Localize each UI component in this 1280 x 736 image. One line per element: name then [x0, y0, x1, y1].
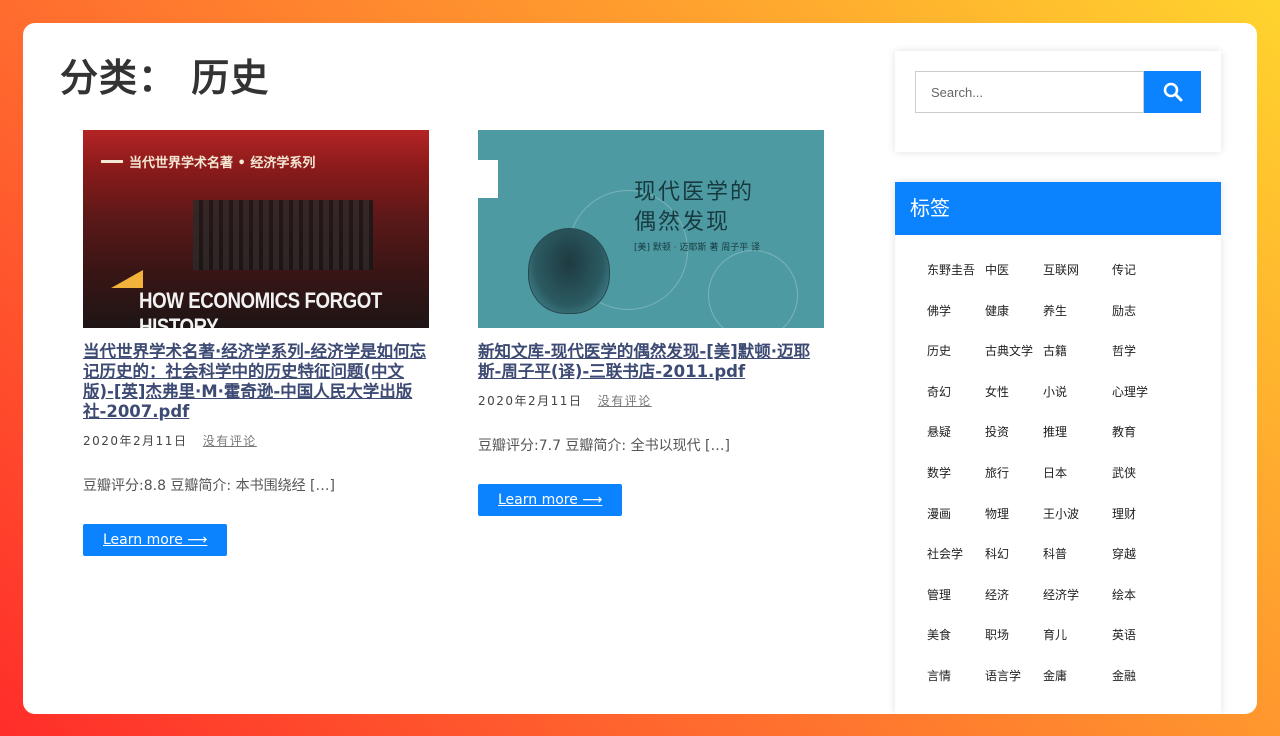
tag-link[interactable]: 金庸	[1043, 656, 1112, 697]
tag-link[interactable]: 日本	[1043, 453, 1112, 494]
tag-link[interactable]: 推理	[1043, 412, 1112, 453]
cover-mouth-illustration	[528, 228, 610, 314]
tag-link[interactable]: 职场	[985, 615, 1043, 656]
tag-link[interactable]: 绘本	[1112, 575, 1170, 616]
post-date: 2020年2月11日	[478, 394, 583, 408]
post-thumbnail[interactable]: 当代世界学术名著 • 经济学系列 HOW ECONOMICS FORGOT HI…	[83, 130, 429, 328]
tag-link[interactable]: 教育	[1112, 412, 1170, 453]
tag-link[interactable]: 王小波	[1043, 494, 1112, 535]
tag-link[interactable]: 物理	[985, 494, 1043, 535]
cover-english-title: HOW ECONOMICS FORGOT HISTORY	[139, 288, 382, 328]
tag-link[interactable]: 哲学	[1112, 331, 1170, 372]
tags-widget: 标签 东野圭吾 中医 互联网 传记佛学 健康 养生 励志历史 古典文学 古籍 哲学奇幻 女性 小说 心理…	[895, 182, 1221, 714]
post-excerpt: 豆瓣评分:7.7 豆瓣简介: 全书以现代 […]	[478, 438, 730, 454]
tag-link[interactable]: 科幻	[985, 534, 1043, 575]
cover-triangle	[111, 270, 143, 288]
cover-blur-text	[193, 200, 373, 270]
post-thumbnail[interactable]: 现代医学的 偶然发现 [美] 默顿 · 迈耶斯 著 周子平 译	[478, 130, 824, 328]
tag-link[interactable]: 英语	[1112, 615, 1170, 656]
post-excerpt: 豆瓣评分:8.8 豆瓣简介: 本书围绕经 […]	[83, 478, 335, 494]
tag-link[interactable]: 健康	[985, 291, 1043, 332]
tag-link[interactable]: 语言学	[985, 656, 1043, 697]
tag-link[interactable]: 科普	[1043, 534, 1112, 575]
tag-link[interactable]: 数学	[927, 453, 985, 494]
cover-ring	[708, 250, 798, 328]
post-card: 当代世界学术名著 • 经济学系列 HOW ECONOMICS FORGOT HI…	[83, 130, 429, 556]
search-input[interactable]	[915, 71, 1144, 113]
search-button[interactable]	[1144, 71, 1201, 113]
tag-link[interactable]: 旅行	[985, 453, 1043, 494]
cover-series: 当代世界学术名著 • 经济学系列	[83, 148, 429, 174]
post-meta: 2020年2月11日 没有评论	[83, 432, 429, 449]
page-title: 分类： 历史	[60, 56, 270, 100]
tag-link[interactable]: 佛学	[927, 291, 985, 332]
cover-series-text: 当代世界学术名著 • 经济学系列	[129, 155, 316, 171]
tag-link[interactable]: 东野圭吾	[927, 250, 985, 291]
tags-widget-title: 标签	[895, 182, 1221, 235]
search-widget	[895, 51, 1221, 152]
tag-link[interactable]: 互联网	[1043, 250, 1112, 291]
tag-link[interactable]: 中医	[985, 250, 1043, 291]
tag-link[interactable]: 奇幻	[927, 372, 985, 413]
tag-link[interactable]: 育儿	[1043, 615, 1112, 656]
post-meta: 2020年2月11日 没有评论	[478, 392, 824, 409]
cover-title-line1: 现代医学的	[634, 180, 755, 205]
content-card: 分类： 历史 当代世界学术名著 • 经济学系列 HOW ECONOMICS FO…	[23, 23, 1257, 714]
learn-more-button[interactable]: Learn more ⟶	[478, 484, 623, 516]
tag-link[interactable]: 穿越	[1112, 534, 1170, 575]
tag-link[interactable]: 传记	[1112, 250, 1170, 291]
tag-link[interactable]: 经济	[985, 575, 1043, 616]
post-title-link[interactable]: 新知文库-现代医学的偶然发现-[美]默顿·迈耶斯-周子平(译)-三联书店-201…	[478, 342, 824, 382]
tag-link[interactable]: 金融	[1112, 656, 1170, 697]
tag-link[interactable]: 养生	[1043, 291, 1112, 332]
tag-link[interactable]: 漫画	[927, 494, 985, 535]
tag-link[interactable]: 历史	[927, 331, 985, 372]
tag-cloud: 东野圭吾 中医 互联网 传记佛学 健康 养生 励志历史 古典文学 古籍 哲学奇幻 女性 小说 心理学悬疑…	[895, 235, 1221, 697]
tag-link[interactable]: 励志	[1112, 291, 1170, 332]
tag-link[interactable]: 美食	[927, 615, 985, 656]
cover-author: [美] 默顿 · 迈耶斯 著 周子平 译	[634, 243, 761, 253]
tag-link[interactable]: 管理	[927, 575, 985, 616]
post-date: 2020年2月11日	[83, 434, 188, 448]
tag-link[interactable]: 古典文学	[985, 331, 1043, 372]
comments-link[interactable]: 没有评论	[598, 394, 652, 408]
cover-title-line2: 偶然发现	[634, 210, 731, 235]
tag-link[interactable]: 女性	[985, 372, 1043, 413]
tag-link[interactable]: 心理学	[1112, 372, 1170, 413]
comments-link[interactable]: 没有评论	[203, 434, 257, 448]
tag-link[interactable]: 小说	[1043, 372, 1112, 413]
tag-link[interactable]: 社会学	[927, 534, 985, 575]
tag-link[interactable]: 悬疑	[927, 412, 985, 453]
tag-link[interactable]: 武侠	[1112, 453, 1170, 494]
post-card: 现代医学的 偶然发现 [美] 默顿 · 迈耶斯 著 周子平 译 新知文库-现代医…	[478, 130, 824, 516]
tag-link[interactable]: 言情	[927, 656, 985, 697]
cover-spine	[478, 160, 498, 198]
tag-link[interactable]: 古籍	[1043, 331, 1112, 372]
cover-bar	[101, 159, 123, 163]
tag-link[interactable]: 经济学	[1043, 575, 1112, 616]
post-title-link[interactable]: 当代世界学术名著·经济学系列-经济学是如何忘记历史的：社会科学中的历史特征问题(…	[83, 342, 429, 422]
search-icon	[1163, 82, 1182, 102]
learn-more-button[interactable]: Learn more ⟶	[83, 524, 228, 556]
tag-link[interactable]: 投资	[985, 412, 1043, 453]
tag-link[interactable]: 理财	[1112, 494, 1170, 535]
